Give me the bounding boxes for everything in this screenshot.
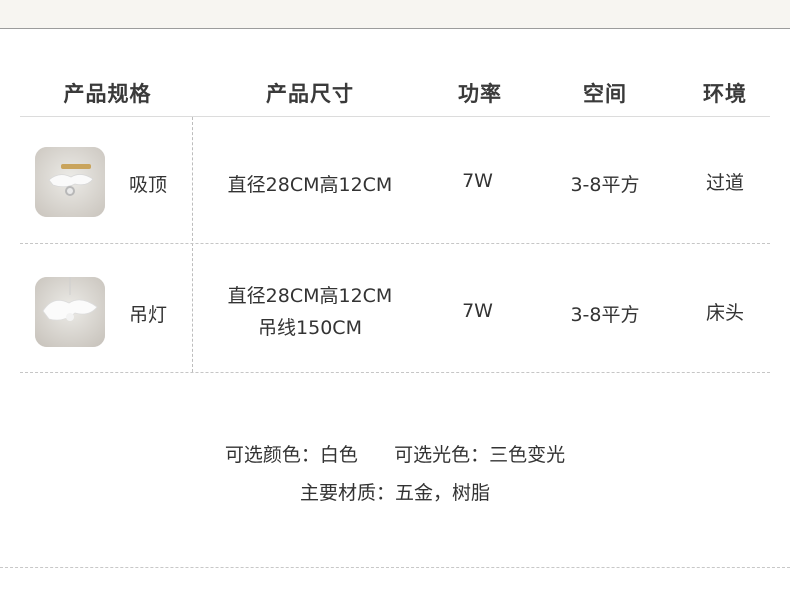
- top-divider: [0, 28, 790, 29]
- row1-size: 直径28CM高12CM: [227, 174, 393, 196]
- row-separator: [20, 243, 770, 244]
- row2-space: 3-8平方: [570, 304, 640, 326]
- header-space: 空间: [583, 82, 627, 106]
- options-text: 可选颜色：白色 可选光色：三色变光: [224, 444, 566, 466]
- ceiling-lamp-photo-icon: [35, 147, 105, 217]
- row2-size-line1: 直径28CM高12CM: [227, 285, 393, 307]
- row1-environment: 过道: [705, 172, 744, 194]
- column-divider: [192, 117, 193, 372]
- header-rule: [20, 116, 770, 117]
- table-bottom-separator: [20, 372, 770, 373]
- bottom-divider: [0, 567, 790, 568]
- material-text: 主要材质：五金，树脂: [299, 482, 490, 504]
- header-size: 产品尺寸: [266, 82, 354, 106]
- pendant-lamp-photo-icon: [35, 277, 105, 347]
- row2-environment: 床头: [705, 302, 744, 324]
- header-environment: 环境: [703, 82, 747, 106]
- row2-spec: 吊灯: [128, 304, 167, 326]
- row1-power: 7W: [462, 170, 493, 192]
- row2-size: 直径28CM高12CM 吊线150CM: [205, 280, 415, 344]
- header-power: 功率: [458, 82, 502, 106]
- row2-size-line2: 吊线150CM: [258, 317, 362, 339]
- row1-spec: 吸顶: [128, 174, 167, 196]
- top-band: [0, 0, 790, 28]
- row2-power: 7W: [462, 300, 493, 322]
- row1-space: 3-8平方: [570, 174, 640, 196]
- header-spec: 产品规格: [63, 82, 152, 106]
